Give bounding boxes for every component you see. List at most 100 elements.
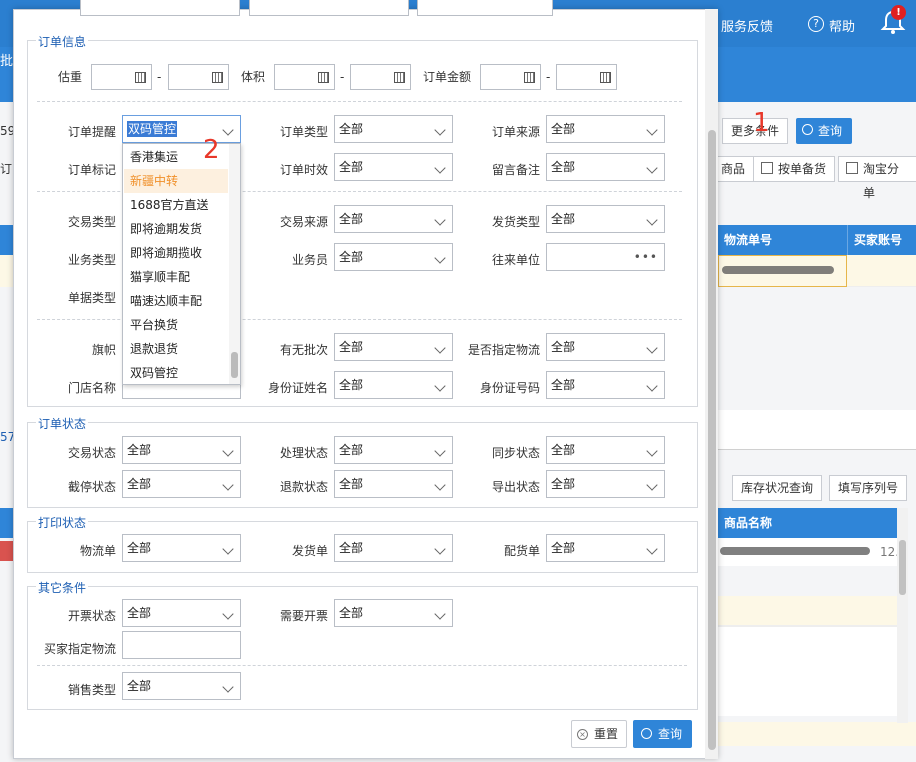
chevron-down-icon: [646, 342, 658, 354]
dropdown-option[interactable]: 1688官方直送: [124, 193, 228, 217]
invoice-status-select[interactable]: 全部: [122, 599, 241, 627]
business-type-label: 业务类型: [68, 253, 117, 267]
order-alert-select[interactable]: 双码管控: [122, 115, 241, 143]
process-status-label: 处理状态: [280, 446, 329, 460]
chevron-down-icon: [646, 124, 658, 136]
grid-header-buyer-account: 买家账号: [847, 225, 916, 255]
export-status-select[interactable]: 全部: [546, 470, 665, 498]
cutoff-input-3[interactable]: [417, 0, 553, 16]
delivery-slip-select[interactable]: 全部: [334, 534, 453, 562]
calculator-icon: [600, 72, 611, 83]
chevron-down-icon: [222, 124, 234, 136]
order-status-legend: 订单状态: [36, 415, 89, 432]
chevron-down-icon: [434, 479, 446, 491]
delivery-slip-label: 发货单: [292, 544, 329, 558]
cutoff-input-1[interactable]: [80, 0, 240, 16]
chevron-down-icon: [222, 445, 234, 457]
dropdown-option[interactable]: 平台换货: [124, 313, 228, 337]
trade-source-select[interactable]: 全部: [334, 205, 453, 233]
notification-badge: !: [891, 5, 906, 20]
chevron-down-icon: [646, 543, 658, 555]
service-feedback-link[interactable]: 服务反馈: [721, 16, 773, 35]
sync-status-label: 同步状态: [492, 446, 541, 460]
refund-status-select[interactable]: 全部: [334, 470, 453, 498]
chevron-down-icon: [434, 162, 446, 174]
salesman-label: 业务员: [292, 253, 329, 267]
trade-status-label: 交易状态: [68, 446, 117, 460]
buyer-logistics-input[interactable]: [122, 631, 241, 659]
ship-type-label: 发货类型: [492, 215, 541, 229]
dropdown-scroll-thumb[interactable]: [231, 352, 238, 378]
picking-slip-select[interactable]: 全部: [546, 534, 665, 562]
order-mark-label: 订单标记: [68, 163, 117, 177]
cutoff-input-2[interactable]: [249, 0, 409, 16]
logistics-slip-select[interactable]: 全部: [122, 534, 241, 562]
help-link[interactable]: 帮助: [829, 16, 855, 35]
query-button[interactable]: 查询: [633, 720, 692, 748]
grid-row[interactable]: [718, 596, 908, 626]
has-batch-select[interactable]: 全部: [334, 333, 453, 361]
amount-label: 订单金额: [423, 70, 472, 84]
process-status-select[interactable]: 全部: [334, 436, 453, 464]
dropdown-option[interactable]: 喵速达顺丰配: [124, 289, 228, 313]
close-circle-icon: ×: [577, 729, 588, 740]
split-icon: [846, 162, 858, 174]
id-name-select[interactable]: 全部: [334, 371, 453, 399]
invoice-status-label: 开票状态: [68, 609, 117, 623]
dropdown-option[interactable]: 新疆中转: [124, 169, 228, 193]
chevron-down-icon: [434, 608, 446, 620]
salesman-select[interactable]: 全部: [334, 243, 453, 271]
bg-left-fragment: 订: [0, 162, 13, 176]
refund-status-label: 退款状态: [280, 480, 329, 494]
weight-min-input[interactable]: [91, 64, 152, 90]
order-type-label: 订单类型: [280, 125, 329, 139]
stock-status-button[interactable]: 库存状况查询: [732, 475, 823, 501]
order-timeliness-select[interactable]: 全部: [334, 153, 453, 181]
designated-logistics-label: 是否指定物流: [468, 343, 541, 357]
id-number-select[interactable]: 全部: [546, 371, 665, 399]
trade-status-select[interactable]: 全部: [122, 436, 241, 464]
weight-label: 估重: [58, 70, 83, 84]
message-note-select[interactable]: 全部: [546, 153, 665, 181]
flag-label: 旗帜: [92, 343, 117, 357]
chevron-down-icon: [434, 252, 446, 264]
order-alert-dropdown: 香港集运 新疆中转 1688官方直送 即将逾期发货 即将逾期揽收 猫享顺丰配 喵…: [122, 143, 241, 385]
message-note-label: 留言备注: [492, 163, 541, 177]
intercept-status-select[interactable]: 全部: [122, 470, 241, 498]
order-source-select[interactable]: 全部: [546, 115, 665, 143]
need-invoice-select[interactable]: 全部: [334, 599, 453, 627]
order-info-legend: 订单信息: [36, 33, 89, 50]
reset-button[interactable]: × 重置: [571, 720, 627, 748]
dropdown-option[interactable]: 猫享顺丰配: [124, 265, 228, 289]
sales-type-label: 销售类型: [68, 683, 117, 697]
grid-header-tracking-no: 物流单号: [718, 225, 847, 255]
amount-min-input[interactable]: [480, 64, 541, 90]
id-number-label: 身份证号码: [480, 381, 541, 395]
volume-min-input[interactable]: [274, 64, 335, 90]
store-name-label: 门店名称: [68, 381, 117, 395]
doc-type-label: 单据类型: [68, 291, 117, 305]
dropdown-option[interactable]: 退款退货: [124, 337, 228, 361]
fill-serial-button[interactable]: 填写序列号: [829, 475, 908, 501]
sales-type-select[interactable]: 全部: [122, 672, 241, 700]
weight-max-input[interactable]: [168, 64, 229, 90]
dropdown-option[interactable]: 即将逾期揽收: [124, 241, 228, 265]
sync-status-select[interactable]: 全部: [546, 436, 665, 464]
order-type-select[interactable]: 全部: [334, 115, 453, 143]
chevron-down-icon: [646, 380, 658, 392]
dropdown-option[interactable]: 即将逾期发货: [124, 217, 228, 241]
designated-logistics-select[interactable]: 全部: [546, 333, 665, 361]
ship-type-select[interactable]: 全部: [546, 205, 665, 233]
dropdown-scrollbar[interactable]: [229, 144, 240, 384]
volume-max-input[interactable]: [350, 64, 411, 90]
amount-max-input[interactable]: [556, 64, 617, 90]
dialog-scroll-thumb[interactable]: [708, 130, 716, 750]
partner-label: 往来单位: [492, 253, 541, 267]
picking-slip-label: 配货单: [504, 544, 541, 558]
chevron-down-icon: [222, 543, 234, 555]
chevron-down-icon: [646, 162, 658, 174]
partner-input[interactable]: •••: [546, 243, 665, 271]
chevron-down-icon: [434, 124, 446, 136]
more-dots-icon[interactable]: •••: [634, 250, 658, 264]
dropdown-option[interactable]: 双码管控: [124, 361, 228, 385]
